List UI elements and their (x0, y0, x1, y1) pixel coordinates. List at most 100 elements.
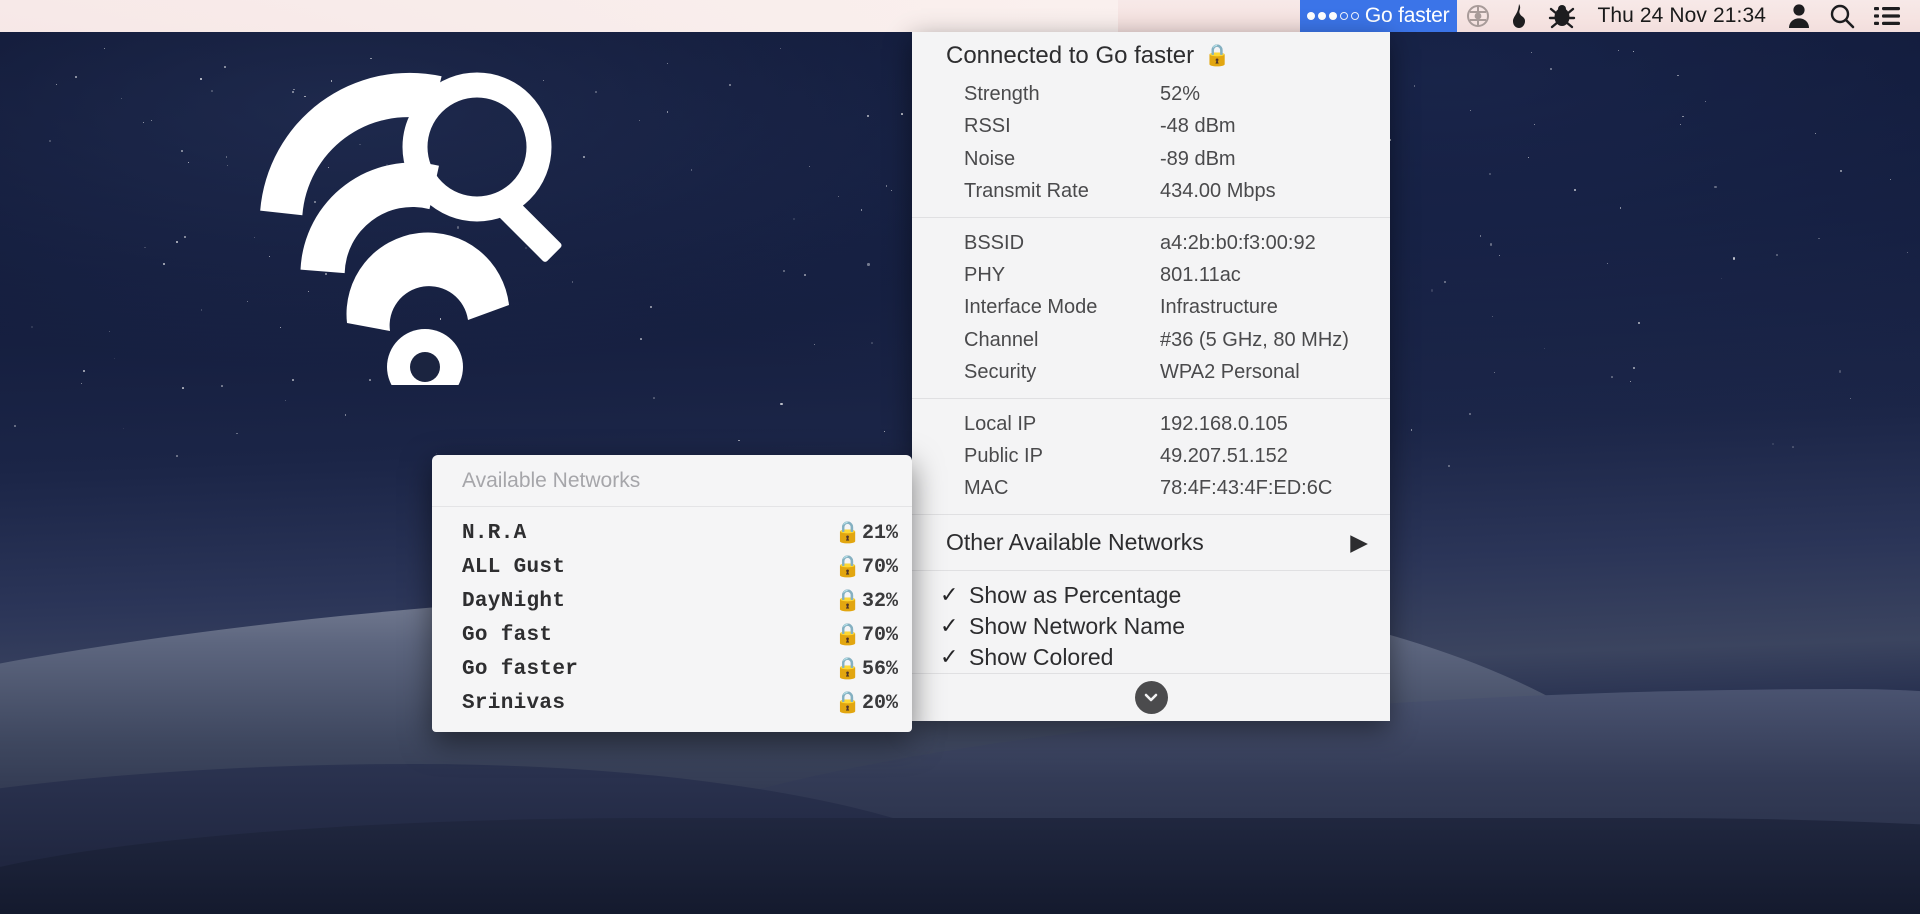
star (1629, 381, 1631, 382)
menu-item-show-as-percentage[interactable]: ✓ Show as Percentage (912, 580, 1390, 611)
menu-item-show-network-name[interactable]: ✓ Show Network Name (912, 611, 1390, 642)
star (344, 414, 347, 416)
star (180, 150, 183, 153)
stat-label: Security (964, 361, 1037, 384)
star (1705, 101, 1707, 103)
network-signal-percent: 32% (861, 589, 898, 613)
stat-label: Interface Mode (964, 296, 1098, 319)
network-list-item[interactable]: Go fast 🔒 70% (432, 618, 912, 652)
divider (912, 569, 1390, 571)
star (176, 455, 179, 458)
stat-label: BSSID (964, 231, 1025, 254)
star (113, 357, 115, 359)
stat-value: -48 dBm (1160, 115, 1236, 138)
flame-icon[interactable] (1499, 0, 1539, 32)
menu-bar-wifi-status[interactable]: Go faster (1299, 0, 1458, 32)
star (1682, 115, 1684, 117)
star (1527, 157, 1529, 158)
display-options-group: ✓ Show as Percentage ✓ Show Network Name… (912, 580, 1390, 673)
star (860, 209, 863, 211)
star (1840, 170, 1842, 172)
signal-dot-filled (1306, 12, 1315, 20)
divider (912, 513, 1390, 515)
stat-value: 192.168.0.105 (1160, 412, 1288, 435)
wifi-panel-title-text: Connected to Go faster (946, 42, 1195, 69)
stat-value: a4:2b:b0:f3:00:92 (1160, 231, 1316, 254)
network-name: Srinivas (462, 691, 566, 715)
bug-icon[interactable] (1539, 0, 1585, 32)
radio-info-group: BSSID a4:2b:b0:f3:00:92 PHY 801.11ac Int… (912, 227, 1390, 389)
lock-icon: 🔒 (834, 589, 861, 612)
divider (912, 397, 1390, 399)
star (650, 306, 652, 308)
network-name: Go faster (462, 657, 579, 681)
user-icon[interactable] (1778, 0, 1820, 32)
stat-row: MAC 78:4F:43:4F:ED:6C (912, 472, 1390, 504)
search-icon[interactable] (1820, 0, 1864, 32)
star (729, 84, 732, 87)
stat-row: Security WPA2 Personal (912, 356, 1390, 388)
wifi-panel-title: Connected to Go faster 🔒 (912, 32, 1390, 78)
lock-icon: 🔒 (834, 657, 861, 680)
menu-item-label: Show as Percentage (969, 581, 1182, 608)
notification-center-icon[interactable] (1864, 0, 1910, 32)
star (221, 385, 224, 388)
stat-row: PHY 801.11ac (912, 259, 1390, 291)
stat-label: Local IP (964, 412, 1037, 435)
menu-bar-clock[interactable]: Thu 24 Nov 21:34 (1585, 0, 1778, 32)
menu-item-other-available-networks[interactable]: Other Available Networks ▶ (912, 524, 1390, 561)
stat-label: Strength (964, 83, 1040, 105)
deluge-icon[interactable] (1457, 0, 1499, 32)
network-list-item[interactable]: N.R.A 🔒 21% (432, 516, 912, 550)
star (1479, 235, 1482, 237)
stat-value: 52% (1160, 83, 1201, 105)
network-list-item[interactable]: Srinivas 🔒 20% (432, 686, 912, 720)
star (226, 156, 228, 158)
star (14, 425, 17, 428)
star (871, 342, 874, 345)
star (1414, 85, 1416, 87)
wifi-detail-panel: Connected to Go faster 🔒 Strength 52% RS… (912, 32, 1390, 721)
chevron-down-icon[interactable] (1134, 680, 1168, 714)
star (1389, 139, 1392, 141)
star (150, 120, 152, 122)
star (1606, 262, 1609, 264)
star (82, 370, 85, 373)
star (1838, 370, 1842, 373)
network-meta: 🔒 32% (835, 589, 898, 613)
stat-row: BSSID a4:2b:b0:f3:00:92 (912, 227, 1390, 259)
star (162, 262, 166, 265)
menu-item-show-colored[interactable]: ✓ Show Colored (912, 642, 1390, 673)
star (1488, 172, 1491, 175)
wifi-panel-footer (912, 672, 1390, 721)
stat-value: -89 dBm (1160, 147, 1236, 170)
star (144, 246, 146, 248)
star (667, 63, 669, 64)
network-list-item[interactable]: DayNight 🔒 32% (432, 584, 912, 618)
star (1611, 376, 1613, 378)
network-name: N.R.A (462, 521, 527, 545)
star (1468, 412, 1472, 416)
star (1447, 465, 1450, 468)
star (1470, 110, 1472, 112)
star (435, 453, 437, 454)
signal-dot-filled (1317, 12, 1326, 20)
lock-icon: 🔒 (1204, 44, 1231, 67)
network-name: ALL Gust (462, 555, 566, 579)
star (1633, 366, 1636, 370)
star (1677, 74, 1679, 77)
available-networks-popup: Available Networks N.R.A 🔒 21% ALL Gust … (432, 455, 912, 732)
star (783, 270, 785, 272)
star (1791, 445, 1794, 448)
menu-bar: Go faster Thu 24 Nov 21:34 (0, 0, 1920, 32)
star (638, 119, 640, 121)
star (780, 47, 782, 49)
star (885, 185, 888, 188)
star (75, 75, 78, 78)
star (49, 139, 52, 142)
stat-value: #36 (5 GHz, 80 MHz) (1160, 328, 1349, 351)
network-list-item[interactable]: Go faster 🔒 56% (432, 652, 912, 686)
star (1498, 254, 1501, 257)
star (187, 162, 189, 164)
network-list-item[interactable]: ALL Gust 🔒 70% (432, 550, 912, 584)
